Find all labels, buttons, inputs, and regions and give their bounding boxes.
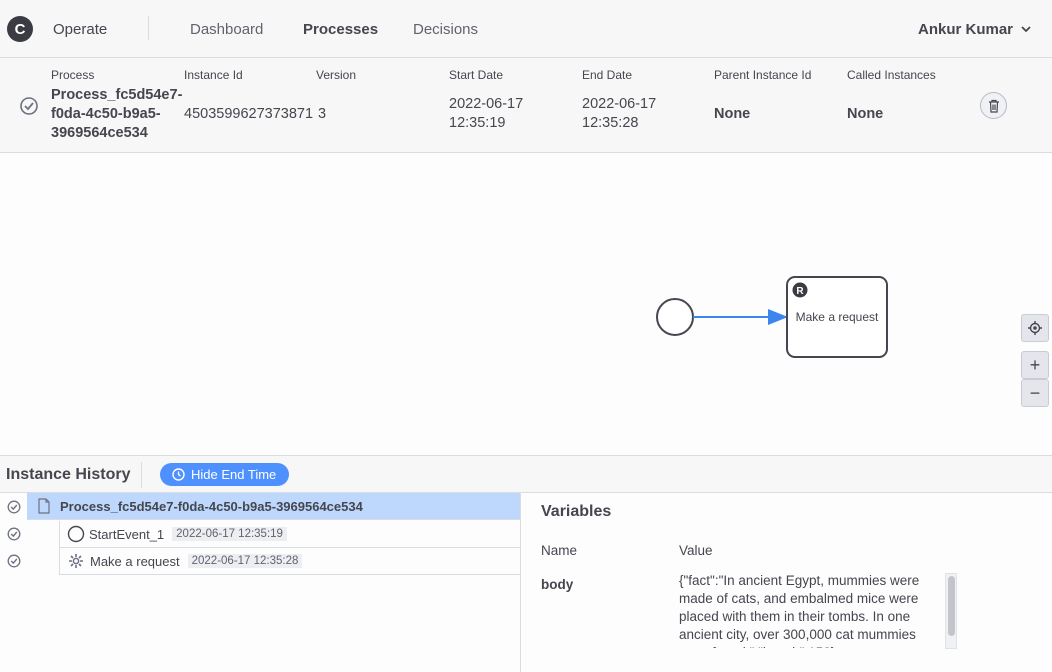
end-time-line: 12:35:28: [582, 115, 639, 131]
delete-instance-button[interactable]: [980, 92, 1007, 119]
zoom-in-button[interactable]: +: [1021, 351, 1049, 379]
called-instances-value: None: [847, 106, 884, 122]
variables-col-value: Value: [679, 543, 713, 558]
bpmn-diagram: R Make a request: [656, 276, 888, 358]
user-menu[interactable]: Ankur Kumar: [918, 21, 1013, 38]
start-event-icon: [67, 525, 85, 543]
instance-history-header: Instance History Hide End Time: [0, 455, 1052, 493]
completed-check-icon: [7, 500, 21, 514]
camunda-logo[interactable]: C: [7, 16, 33, 42]
variables-panel: Variables Name Value body {"fact":"In an…: [521, 493, 1052, 672]
nav-dashboard[interactable]: Dashboard: [190, 21, 263, 38]
header-divider: [148, 16, 149, 40]
start-date-line: 2022-06-17: [449, 96, 524, 112]
nav-processes[interactable]: Processes: [303, 21, 378, 38]
history-row-time: 2022-06-17 12:35:19: [172, 527, 287, 541]
history-row-time: 2022-06-17 12:35:28: [187, 554, 303, 568]
nav-decisions[interactable]: Decisions: [413, 21, 478, 38]
start-time-line: 12:35:19: [449, 115, 506, 131]
zoom-out-button[interactable]: −: [1021, 379, 1049, 407]
task-label: Make a request: [796, 310, 879, 324]
completed-check-icon: [7, 527, 21, 541]
col-header-process: Process: [51, 68, 95, 82]
col-header-start-date: Start Date: [449, 68, 504, 82]
history-row-label: StartEvent_1: [89, 526, 165, 542]
instance-id-value: 4503599627373871: [184, 106, 314, 122]
history-row-label: Make a request: [90, 553, 180, 569]
history-divider: [141, 462, 142, 488]
process-name-line: f0da-4c50-b9a5-: [51, 106, 161, 122]
col-header-end-date: End Date: [582, 68, 633, 82]
hide-end-time-button[interactable]: Hide End Time: [160, 463, 289, 486]
col-header-version: Version: [316, 68, 357, 82]
app-header: C Operate Dashboard Processes Decisions …: [0, 0, 1052, 58]
chevron-down-icon[interactable]: [1019, 22, 1033, 36]
gear-icon: [69, 554, 83, 568]
history-row-label: Process_fc5d54e7-f0da-4c50-b9a5-3969564c…: [60, 498, 363, 514]
version-value[interactable]: 3: [318, 105, 326, 124]
col-header-parent-instance-id: Parent Instance Id: [714, 68, 812, 82]
parent-instance-id-value: None: [714, 106, 751, 122]
process-name: Process_fc5d54e7- f0da-4c50-b9a5- 396956…: [51, 86, 182, 143]
instance-history-tree: Process_fc5d54e7-f0da-4c50-b9a5-3969564c…: [0, 493, 521, 672]
variables-col-name: Name: [541, 543, 578, 558]
scrollbar-thumb[interactable]: [948, 576, 955, 636]
start-date-value: 2022-06-17 12:35:19: [449, 95, 523, 133]
process-name-line: Process_fc5d54e7-: [51, 87, 183, 103]
variable-name: body: [541, 577, 574, 592]
start-event-shape: [656, 298, 694, 336]
variables-title: Variables: [541, 503, 612, 520]
variable-value[interactable]: {"fact":"In ancient Egypt, mummies were …: [679, 572, 941, 648]
task-marker: R: [796, 286, 804, 297]
completed-check-icon: [20, 97, 38, 115]
variable-value-scrollbar[interactable]: [945, 573, 957, 649]
document-icon: [38, 498, 50, 514]
end-date-value: 2022-06-17 12:35:28: [582, 95, 656, 133]
app-name[interactable]: Operate: [53, 21, 107, 38]
history-row-process[interactable]: Process_fc5d54e7-f0da-4c50-b9a5-3969564c…: [27, 493, 520, 520]
completed-check-icon: [7, 554, 21, 568]
instance-history-title: Instance History: [6, 466, 131, 483]
history-row-start-event[interactable]: StartEvent_1 2022-06-17 12:35:19: [59, 521, 520, 548]
target-icon: [1028, 321, 1042, 335]
history-row-make-a-request[interactable]: Make a request 2022-06-17 12:35:28: [59, 548, 520, 575]
instance-header: Process Instance Id Version Start Date E…: [0, 58, 1052, 153]
trash-icon: [988, 99, 999, 113]
process-name-line: 3969564ce534: [51, 125, 148, 141]
clock-icon: [172, 468, 185, 481]
end-date-line: 2022-06-17: [582, 96, 657, 112]
col-header-called-instances: Called Instances: [847, 68, 936, 82]
hide-end-time-label: Hide End Time: [191, 467, 277, 482]
reset-diagram-zoom-button[interactable]: [1021, 314, 1049, 342]
bpmn-diagram-canvas[interactable]: R Make a request + −: [0, 153, 1052, 455]
col-header-instance-id: Instance Id: [184, 68, 243, 82]
